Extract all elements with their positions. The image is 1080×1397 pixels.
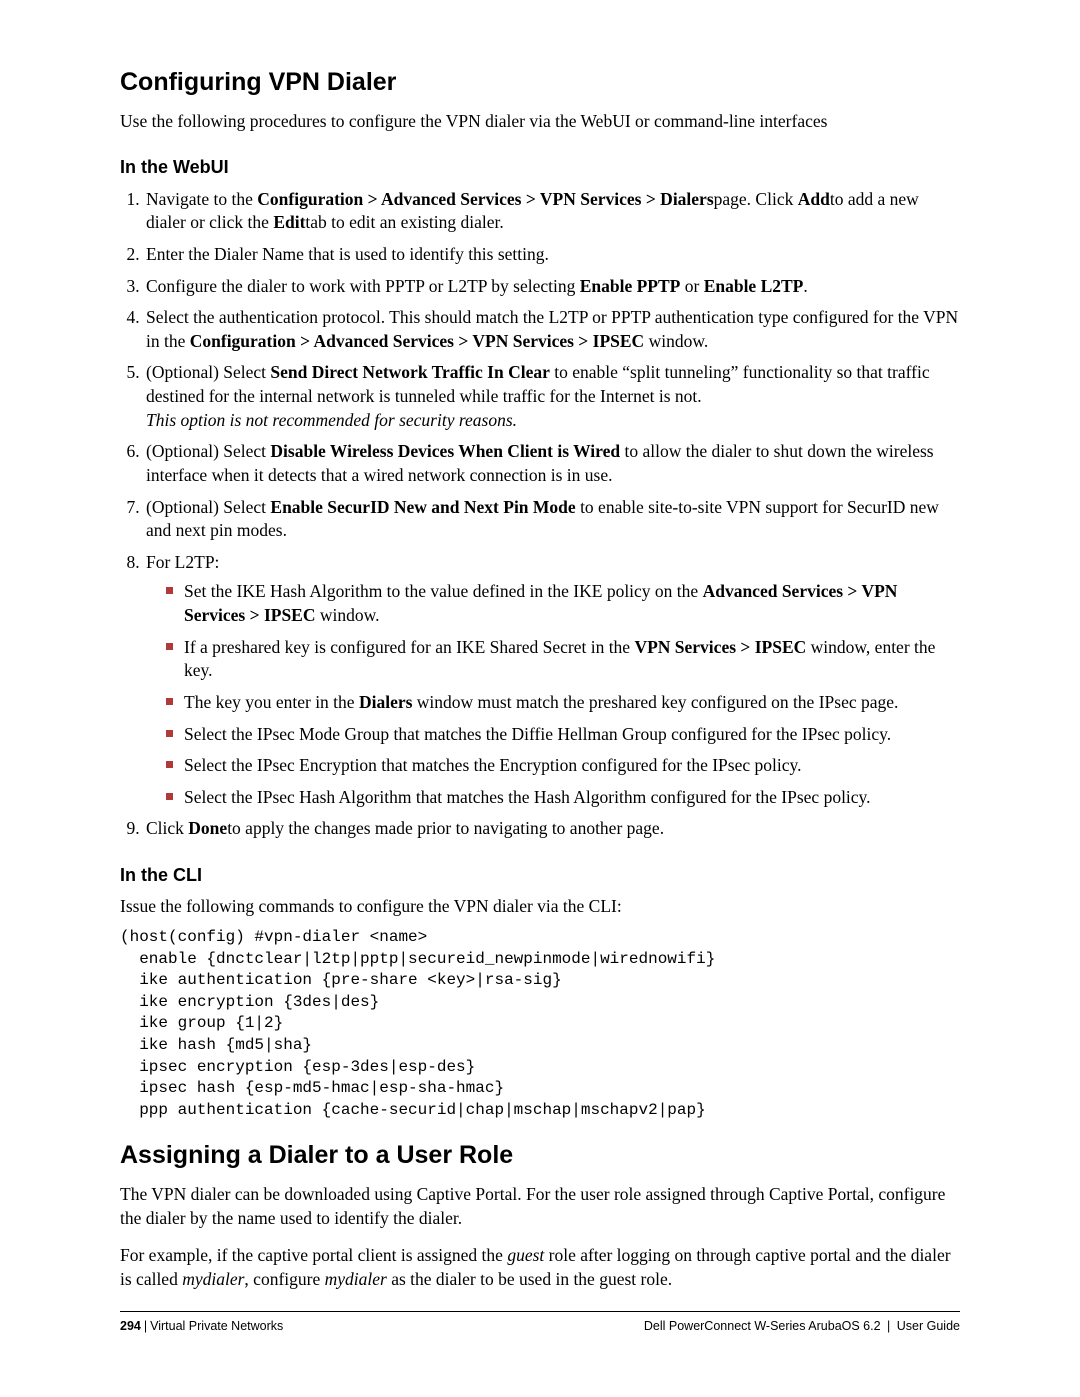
step-8-sub-2: If a preshared key is configured for an … <box>166 636 960 683</box>
step-8-sub-4: Select the IPsec Mode Group that matches… <box>166 723 960 747</box>
step-8-sub-3: The key you enter in the Dialers window … <box>166 691 960 715</box>
step-2: Enter the Dialer Name that is used to id… <box>144 243 960 267</box>
subheading-in-the-webui: In the WebUI <box>120 155 960 179</box>
footer-left: 294|Virtual Private Networks <box>120 1318 283 1335</box>
cli-intro: Issue the following commands to configur… <box>120 895 960 919</box>
step-8: For L2TP: Set the IKE Hash Algorithm to … <box>144 551 960 810</box>
step-4: Select the authentication protocol. This… <box>144 306 960 353</box>
section-heading-configuring-vpn-dialer: Configuring VPN Dialer <box>120 66 960 100</box>
footer-doc: User Guide <box>897 1319 960 1333</box>
subheading-in-the-cli: In the CLI <box>120 863 960 887</box>
step-8-sublist: Set the IKE Hash Algorithm to the value … <box>146 580 960 809</box>
step-5: (Optional) Select Send Direct Network Tr… <box>144 361 960 432</box>
page-number: 294 <box>120 1319 141 1333</box>
cli-code-block: (host(config) #vpn-dialer <name> enable … <box>120 927 960 1121</box>
section-intro: Use the following procedures to configur… <box>120 110 960 134</box>
footer-product: Dell PowerConnect W-Series ArubaOS 6.2 <box>644 1319 881 1333</box>
step-9: Click Doneto apply the changes made prio… <box>144 817 960 841</box>
separator-icon: | <box>144 1318 147 1335</box>
step-5-note: This option is not recommended for secur… <box>146 410 517 430</box>
assigning-p2: For example, if the captive portal clien… <box>120 1244 960 1291</box>
step-7: (Optional) Select Enable SecurID New and… <box>144 496 960 543</box>
webui-steps: Navigate to the Configuration > Advanced… <box>120 188 960 841</box>
assigning-p1: The VPN dialer can be downloaded using C… <box>120 1183 960 1230</box>
section-heading-assigning-dialer: Assigning a Dialer to a User Role <box>120 1139 960 1173</box>
step-8-sub-1: Set the IKE Hash Algorithm to the value … <box>166 580 960 627</box>
step-8-sub-6: Select the IPsec Hash Algorithm that mat… <box>166 786 960 810</box>
page-footer: 294|Virtual Private Networks Dell PowerC… <box>120 1311 960 1335</box>
page: Configuring VPN Dialer Use the following… <box>0 0 1080 1397</box>
step-6: (Optional) Select Disable Wireless Devic… <box>144 440 960 487</box>
footer-right: Dell PowerConnect W-Series ArubaOS 6.2 |… <box>644 1318 960 1335</box>
step-1: Navigate to the Configuration > Advanced… <box>144 188 960 235</box>
separator-icon: | <box>884 1318 894 1335</box>
footer-chapter: Virtual Private Networks <box>150 1319 283 1333</box>
step-8-sub-5: Select the IPsec Encryption that matches… <box>166 754 960 778</box>
step-3: Configure the dialer to work with PPTP o… <box>144 275 960 299</box>
